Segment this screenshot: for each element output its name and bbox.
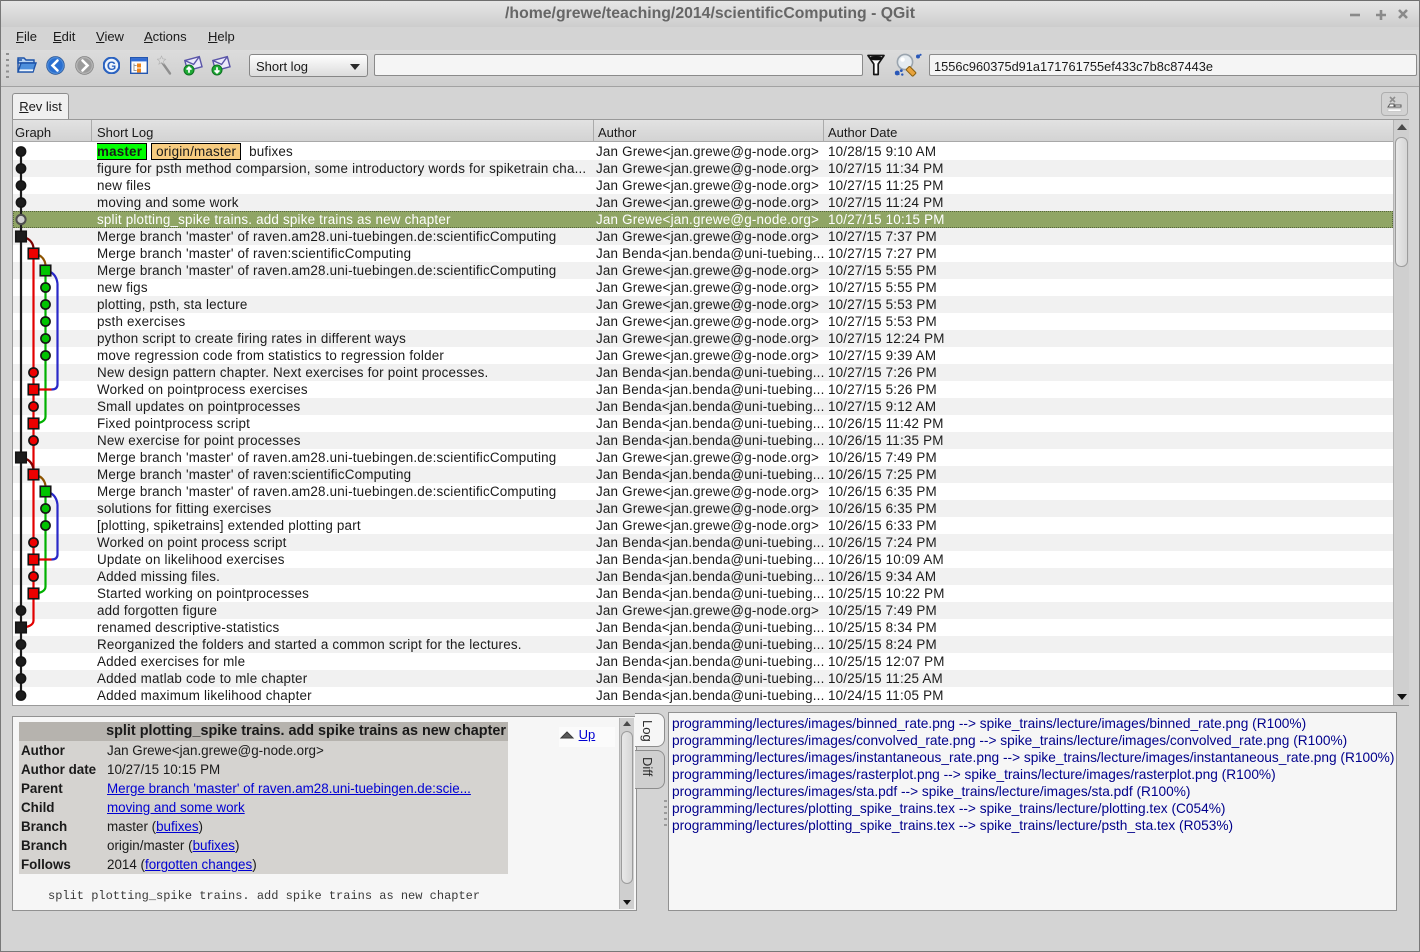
svg-text:G: G	[107, 59, 116, 73]
